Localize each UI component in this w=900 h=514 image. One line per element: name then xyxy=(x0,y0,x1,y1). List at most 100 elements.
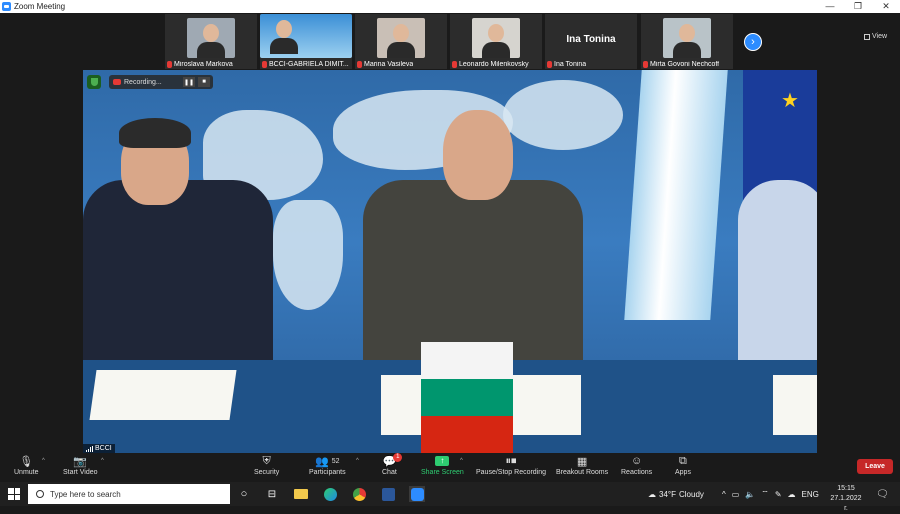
windows-taskbar: Type here to search ○ ⊟ ☁ 34°F Cloudy ^ … xyxy=(0,482,900,512)
window-titlebar: Zoom Meeting — ❐ ✕ xyxy=(0,0,900,13)
pause-recording-button[interactable]: ❚❚ xyxy=(183,77,195,87)
video-off-icon: 📷 xyxy=(73,455,88,468)
recording-label: Recording... xyxy=(124,78,162,86)
participant-tile[interactable]: Mirta Govoni Nechcoff xyxy=(641,14,733,69)
share-screen-icon: ↑ xyxy=(435,456,450,466)
star-icon: ★ xyxy=(781,90,799,112)
apps-icon: ⧉ xyxy=(679,454,687,467)
breakout-rooms-button[interactable]: ▦ Breakout Rooms xyxy=(556,454,608,477)
chat-badge: 1 xyxy=(393,453,403,462)
onedrive-icon[interactable]: ☁ xyxy=(788,490,796,499)
network-icon[interactable]: ⌔ xyxy=(761,489,769,499)
participant-name: Miroslava Markova xyxy=(174,61,233,68)
participant-tile[interactable]: Miroslava Markova xyxy=(165,14,257,69)
pen-icon[interactable]: ✎ xyxy=(775,490,782,499)
participant-video xyxy=(377,18,425,58)
file-explorer-icon[interactable] xyxy=(293,486,309,502)
participants-options-caret[interactable]: ^ xyxy=(356,458,359,464)
leave-button[interactable]: Leave xyxy=(857,459,893,474)
battery-icon[interactable]: ▭ xyxy=(732,490,740,499)
search-icon xyxy=(36,490,44,498)
participants-icon: 👥 xyxy=(315,455,329,468)
stop-recording-button[interactable]: ■ xyxy=(198,77,210,87)
mic-muted-icon xyxy=(167,61,172,68)
shield-icon: ⛨ xyxy=(262,454,271,467)
participant-video xyxy=(472,18,520,58)
apps-button[interactable]: ⧉ Apps xyxy=(675,454,691,477)
weather-widget[interactable]: ☁ 34°F Cloudy xyxy=(648,482,704,506)
window-title: Zoom Meeting xyxy=(14,2,66,11)
language-indicator[interactable]: ENG xyxy=(802,490,819,499)
participant-video xyxy=(663,18,711,58)
reactions-button[interactable]: ☺ Reactions xyxy=(621,454,652,476)
view-label: View xyxy=(872,33,888,40)
minimize-button[interactable]: — xyxy=(816,0,844,13)
edge-icon[interactable] xyxy=(322,486,338,502)
participants-button[interactable]: 👥 52 Participants xyxy=(309,454,346,477)
participant-name: Ina Tonina xyxy=(554,61,587,68)
participants-count: 52 xyxy=(331,457,340,465)
notifications-icon[interactable]: 🗨 xyxy=(876,482,889,506)
mic-muted-icon xyxy=(547,61,552,68)
chat-button[interactable]: 💬 1 Chat xyxy=(382,453,403,476)
pause-stop-icon: ⏸⏹ xyxy=(505,454,517,467)
start-video-button[interactable]: 📷 Start Video xyxy=(63,454,98,477)
window-controls: — ❐ ✕ xyxy=(816,0,900,13)
volume-icon[interactable]: 🔈 xyxy=(745,490,755,499)
audio-options-caret[interactable]: ^ xyxy=(42,458,45,464)
share-options-caret[interactable]: ^ xyxy=(460,458,463,464)
unmute-button[interactable]: 🎙 Unmute xyxy=(14,454,39,477)
show-hidden-icons-icon[interactable]: ^ xyxy=(722,490,726,499)
papers xyxy=(89,370,237,420)
taskbar-search[interactable]: Type here to search xyxy=(28,484,230,504)
speaker-name: BCCI xyxy=(95,445,112,452)
speaker-name-tag: BCCI xyxy=(83,444,115,453)
clock-date: 27.1.2022 г. xyxy=(830,495,862,512)
system-tray: ^ ▭ 🔈 ⌔ ✎ ☁ ENG xyxy=(722,482,819,506)
cloud-icon: ☁ xyxy=(648,489,656,499)
windows-start-icon[interactable] xyxy=(8,488,20,500)
mic-off-icon: 🎙 xyxy=(19,455,34,468)
breakout-rooms-icon: ▦ xyxy=(576,455,588,468)
active-speaker-video: ★ Recording... ❚❚ ■ BCCI xyxy=(83,70,817,453)
recording-indicator: Recording... ❚❚ ■ xyxy=(109,75,213,89)
widgets-icon[interactable]: ⊟ xyxy=(264,486,280,502)
participant-name: BCCI-GABRIELA DIMIT... xyxy=(269,61,349,68)
meeting-toolbar: 🎙 Unmute ^ 📷 Start Video ^ ⛨ Security 👥 … xyxy=(0,453,900,482)
mic-muted-icon xyxy=(357,61,362,68)
participant-tile[interactable]: Ina Tonina Ina Tonina xyxy=(545,14,637,69)
participant-strip: Miroslava Markova BCCI-GABRIELA DIMIT...… xyxy=(0,13,900,70)
pause-stop-recording-button[interactable]: ⏸⏹ Pause/Stop Recording xyxy=(476,454,546,477)
participant-tile[interactable]: Leonardo Milenkovsky xyxy=(450,14,542,69)
signal-bars-icon xyxy=(86,445,93,452)
participant-name: Mirta Govoni Nechcoff xyxy=(650,61,720,68)
weather-temp: 34°F xyxy=(659,489,676,499)
close-button[interactable]: ✕ xyxy=(872,0,900,13)
bulgaria-flag xyxy=(421,342,513,453)
mic-muted-icon xyxy=(643,61,648,68)
restore-button[interactable]: ❐ xyxy=(844,0,872,13)
word-icon[interactable] xyxy=(380,486,396,502)
share-screen-button[interactable]: ↑ Share Screen xyxy=(421,454,464,476)
participant-video xyxy=(187,18,235,58)
chrome-icon[interactable] xyxy=(351,486,367,502)
participant-video xyxy=(260,14,352,58)
security-shield-icon xyxy=(87,75,101,89)
clock-time: 15:15 xyxy=(837,485,855,492)
participant-name: Leonardo Milenkovsky xyxy=(459,61,529,68)
mic-muted-icon xyxy=(452,61,457,68)
task-view-icon[interactable]: ○ xyxy=(236,486,252,502)
grid-view-icon xyxy=(864,33,870,40)
video-options-caret[interactable]: ^ xyxy=(101,458,104,464)
security-button[interactable]: ⛨ Security xyxy=(254,454,279,477)
zoom-taskbar-icon[interactable] xyxy=(409,486,425,502)
search-placeholder: Type here to search xyxy=(50,489,121,499)
zoom-logo-icon xyxy=(2,2,11,11)
system-clock[interactable]: 15:15 27.1.2022 г. xyxy=(828,484,864,514)
view-button[interactable]: View xyxy=(864,33,887,40)
participant-tile[interactable]: BCCI-GABRIELA DIMIT... xyxy=(260,14,352,69)
next-page-button[interactable]: › xyxy=(744,33,762,51)
mic-muted-icon xyxy=(262,61,267,68)
recording-icon xyxy=(113,79,121,85)
participant-tile[interactable]: Marina Vasileva xyxy=(355,14,447,69)
